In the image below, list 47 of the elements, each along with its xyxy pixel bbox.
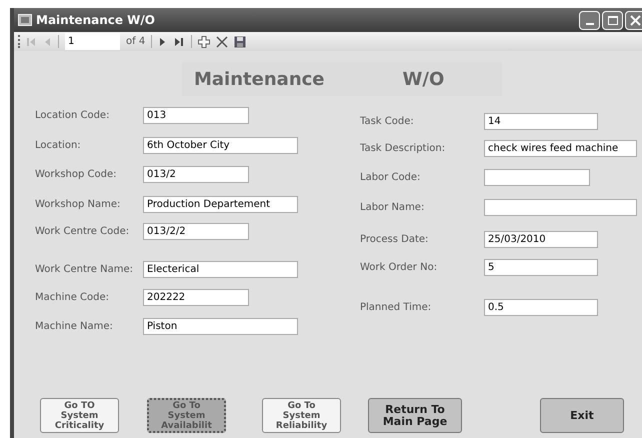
field-label: Task Description: [360, 142, 446, 156]
input-field[interactable]: 013 [143, 107, 249, 124]
record-count: of 4 [126, 35, 146, 49]
nav-button[interactable]: Go TO System Criticality [40, 398, 119, 433]
field-label: Location: [35, 139, 82, 153]
close-button[interactable] [625, 10, 642, 30]
input-field[interactable]: 25/03/2010 [484, 231, 598, 248]
nav-button[interactable]: Return To Main Page [368, 398, 462, 433]
input-field[interactable]: Production Departement [143, 196, 298, 213]
field-label: Planned Time: [360, 301, 432, 315]
form-title: Maintenance [194, 68, 325, 92]
input-field[interactable]: 0.5 [484, 299, 598, 316]
field-label: Location Code: [35, 109, 110, 123]
input-field[interactable]: 013/2/2 [143, 223, 249, 240]
field-label: Work Centre Name: [35, 263, 134, 277]
field-label: Work Centre Code: [35, 225, 130, 239]
window-title: Maintenance W/O [36, 12, 156, 29]
form-subtitle: W/O [402, 68, 444, 92]
input-field[interactable]: Electerical [143, 261, 298, 278]
input-field[interactable]: 013/2 [143, 166, 249, 183]
minimize-button[interactable] [579, 10, 600, 30]
field-label: Machine Name: [35, 320, 114, 334]
input-field[interactable]: 14 [484, 113, 598, 130]
input-field[interactable]: check wires feed machine [484, 140, 637, 157]
field-label: Workshop Name: [35, 198, 122, 212]
field-label: Labor Code: [360, 171, 422, 185]
add-icon[interactable] [198, 36, 210, 48]
position-field[interactable]: 1 [65, 34, 74, 49]
nav-button[interactable]: Exit [540, 398, 624, 433]
last-record-icon[interactable] [174, 36, 186, 46]
field-label: Workshop Code: [35, 168, 118, 182]
maximize-button[interactable] [602, 10, 623, 30]
input-field[interactable]: 5 [484, 259, 598, 276]
input-field[interactable] [484, 199, 637, 216]
field-label: Machine Code: [35, 291, 110, 305]
input-field[interactable]: 202222 [143, 289, 249, 306]
input-field[interactable]: Piston [143, 318, 298, 335]
input-field[interactable]: 6th October City [143, 137, 298, 154]
field-label: Task Code: [360, 115, 415, 129]
delete-icon[interactable] [216, 36, 228, 48]
input-field[interactable] [484, 169, 590, 186]
save-icon[interactable] [234, 36, 246, 48]
nav-button[interactable]: Go To System Reliability [262, 398, 341, 433]
field-label: Work Order No: [360, 261, 438, 275]
app-icon [18, 14, 32, 26]
field-label: Process Date: [360, 233, 430, 247]
field-label: Labor Name: [360, 201, 426, 215]
